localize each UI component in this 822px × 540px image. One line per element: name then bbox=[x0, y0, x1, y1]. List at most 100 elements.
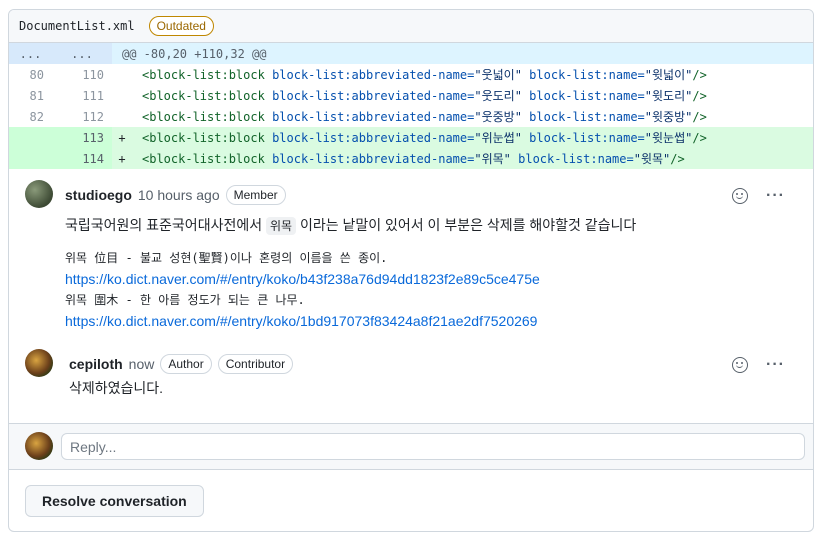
comment-body: studioego 10 hours ago Member 국립국어원의 표준국… bbox=[65, 183, 797, 332]
code-attr: block-list:name= bbox=[529, 110, 645, 124]
role-badge: Member bbox=[225, 185, 286, 205]
file-header: DocumentList.xml Outdated bbox=[9, 10, 813, 43]
outdated-badge: Outdated bbox=[148, 16, 214, 36]
new-line-number[interactable]: 111 bbox=[52, 85, 112, 106]
new-line-number[interactable]: 110 bbox=[52, 64, 112, 85]
code-value: "윗목" bbox=[633, 152, 671, 166]
code-tag: <block-list:block bbox=[142, 110, 265, 124]
diff-code: <block-list:block block-list:abbreviated… bbox=[132, 85, 813, 106]
comment-text-part: 국립국어원의 표준국어대사전에서 bbox=[65, 217, 263, 233]
comment-header: studioego 10 hours ago Member bbox=[65, 183, 797, 207]
definition-line: 위목 位目 - 불교 성현(聖賢)이나 혼령의 이름을 쓴 종이. bbox=[65, 251, 388, 265]
definition-line: 위목 圍木 - 한 아름 정도가 되는 큰 나무. bbox=[65, 293, 305, 307]
diff-line: 82 112 <block-list:block block-list:abbr… bbox=[9, 106, 813, 127]
code-tag-end: /> bbox=[692, 131, 707, 145]
comment-author[interactable]: studioego bbox=[65, 187, 132, 203]
diff-sign bbox=[112, 85, 132, 106]
diff-line: 81 111 <block-list:block block-list:abbr… bbox=[9, 85, 813, 106]
kebab-horizontal-icon[interactable]: ··· bbox=[766, 356, 785, 374]
code-attr: block-list:abbreviated-name= bbox=[272, 110, 475, 124]
code-tag: <block-list:block bbox=[142, 89, 265, 103]
inline-code: 위목 bbox=[265, 217, 297, 235]
code-value: "윗눈썹" bbox=[644, 131, 693, 145]
code-value: "웃중방" bbox=[474, 110, 522, 124]
old-line-number[interactable]: 81 bbox=[9, 85, 52, 106]
comment: cepiloth now Author Contributor 삭제하였습니다.… bbox=[25, 332, 797, 398]
old-line-number[interactable] bbox=[9, 148, 52, 169]
code-tag: <block-list:block bbox=[142, 152, 265, 166]
new-line-number[interactable]: 113 bbox=[52, 127, 112, 148]
code-attr: block-list:abbreviated-name= bbox=[272, 152, 475, 166]
diff-sign bbox=[112, 64, 132, 85]
code-value: "윗넓이" bbox=[644, 68, 693, 82]
review-thread-card: DocumentList.xml Outdated ... ... @@ -80… bbox=[8, 9, 814, 532]
code-attr: block-list:name= bbox=[529, 131, 645, 145]
comment-timestamp[interactable]: now bbox=[129, 356, 155, 372]
old-line-number[interactable]: 82 bbox=[9, 106, 52, 127]
comment-actions: ··· bbox=[732, 187, 785, 205]
new-line-number[interactable]: 114 bbox=[52, 148, 112, 169]
comment-thread: studioego 10 hours ago Member 국립국어원의 표준국… bbox=[9, 169, 813, 398]
code-attr: block-list:abbreviated-name= bbox=[272, 131, 475, 145]
file-name[interactable]: DocumentList.xml bbox=[19, 19, 135, 33]
kebab-horizontal-icon[interactable]: ··· bbox=[766, 187, 785, 205]
role-badge: Contributor bbox=[217, 354, 294, 374]
avatar[interactable] bbox=[25, 349, 53, 377]
reply-bar bbox=[9, 423, 813, 470]
code-attr: block-list:name= bbox=[518, 152, 634, 166]
code-attr: block-list:abbreviated-name= bbox=[272, 68, 475, 82]
diff-sign: + bbox=[112, 127, 132, 148]
code-value: "위목" bbox=[474, 152, 511, 166]
hunk-expand-right[interactable]: ... bbox=[52, 43, 112, 64]
code-attr: block-list:abbreviated-name= bbox=[272, 89, 475, 103]
diff-sign bbox=[112, 106, 132, 127]
avatar[interactable] bbox=[25, 180, 53, 208]
role-badge: Author bbox=[160, 354, 212, 374]
smiley-icon[interactable] bbox=[732, 357, 749, 373]
code-attr: block-list:name= bbox=[529, 68, 645, 82]
avatar[interactable] bbox=[25, 432, 53, 460]
hunk-expand-left[interactable]: ... bbox=[9, 43, 52, 64]
code-tag-end: /> bbox=[692, 68, 707, 82]
code-attr: block-list:name= bbox=[529, 89, 645, 103]
old-line-number[interactable] bbox=[9, 127, 52, 148]
hunk-header-text: @@ -80,20 +110,32 @@ bbox=[112, 43, 813, 64]
code-value: "웃도리" bbox=[474, 89, 522, 103]
code-tag: <block-list:block bbox=[142, 68, 265, 82]
comment-text-part: 이라는 낱말이 있어서 이 부분은 삭제를 해야할것 같습니다 bbox=[299, 217, 637, 233]
diff-sign: + bbox=[112, 148, 132, 169]
definitions-block: 위목 位目 - 불교 성현(聖賢)이나 혼령의 이름을 쓴 종이. https:… bbox=[65, 248, 797, 332]
resolve-conversation-button[interactable]: Resolve conversation bbox=[25, 485, 204, 517]
new-line-number[interactable]: 112 bbox=[52, 106, 112, 127]
code-tag: <block-list:block bbox=[142, 131, 265, 145]
dictionary-link[interactable]: https://ko.dict.naver.com/#/entry/koko/1… bbox=[65, 311, 797, 332]
code-tag-end: /> bbox=[670, 152, 685, 166]
diff-code: <block-list:block block-list:abbreviated… bbox=[132, 64, 813, 85]
comment-header: cepiloth now Author Contributor bbox=[69, 352, 797, 376]
diff-table: ... ... @@ -80,20 +110,32 @@ 80 110 <blo… bbox=[9, 43, 813, 169]
code-tag-end: /> bbox=[692, 110, 707, 124]
comment-text: 국립국어원의 표준국어대사전에서 위목 이라는 낱말이 있어서 이 부분은 삭제… bbox=[65, 215, 797, 236]
smiley-icon[interactable] bbox=[732, 188, 749, 204]
code-value: "웃넓이" bbox=[474, 68, 522, 82]
comment: studioego 10 hours ago Member 국립국어원의 표준국… bbox=[25, 169, 797, 332]
hunk-header-row: ... ... @@ -80,20 +110,32 @@ bbox=[9, 43, 813, 64]
diff-code: <block-list:block block-list:abbreviated… bbox=[132, 127, 813, 148]
old-line-number[interactable]: 80 bbox=[9, 64, 52, 85]
dictionary-link[interactable]: https://ko.dict.naver.com/#/entry/koko/b… bbox=[65, 269, 797, 290]
reply-input[interactable] bbox=[61, 433, 805, 460]
code-value: "윗중방" bbox=[644, 110, 693, 124]
diff-line-added: 113 + <block-list:block block-list:abbre… bbox=[9, 127, 813, 148]
code-value: "윗도리" bbox=[644, 89, 693, 103]
comment-body: cepiloth now Author Contributor 삭제하였습니다. bbox=[69, 352, 797, 398]
code-value: "위눈썹" bbox=[474, 131, 522, 145]
comment-text: 삭제하였습니다. bbox=[69, 380, 164, 396]
diff-line-added: 114 + <block-list:block block-list:abbre… bbox=[9, 148, 813, 169]
diff-code: <block-list:block block-list:abbreviated… bbox=[132, 148, 813, 169]
code-tag-end: /> bbox=[692, 89, 707, 103]
diff-code: <block-list:block block-list:abbreviated… bbox=[132, 106, 813, 127]
diff-line: 80 110 <block-list:block block-list:abbr… bbox=[9, 64, 813, 85]
comment-author[interactable]: cepiloth bbox=[69, 356, 123, 372]
comment-timestamp[interactable]: 10 hours ago bbox=[138, 187, 220, 203]
comment-actions: ··· bbox=[732, 356, 785, 374]
